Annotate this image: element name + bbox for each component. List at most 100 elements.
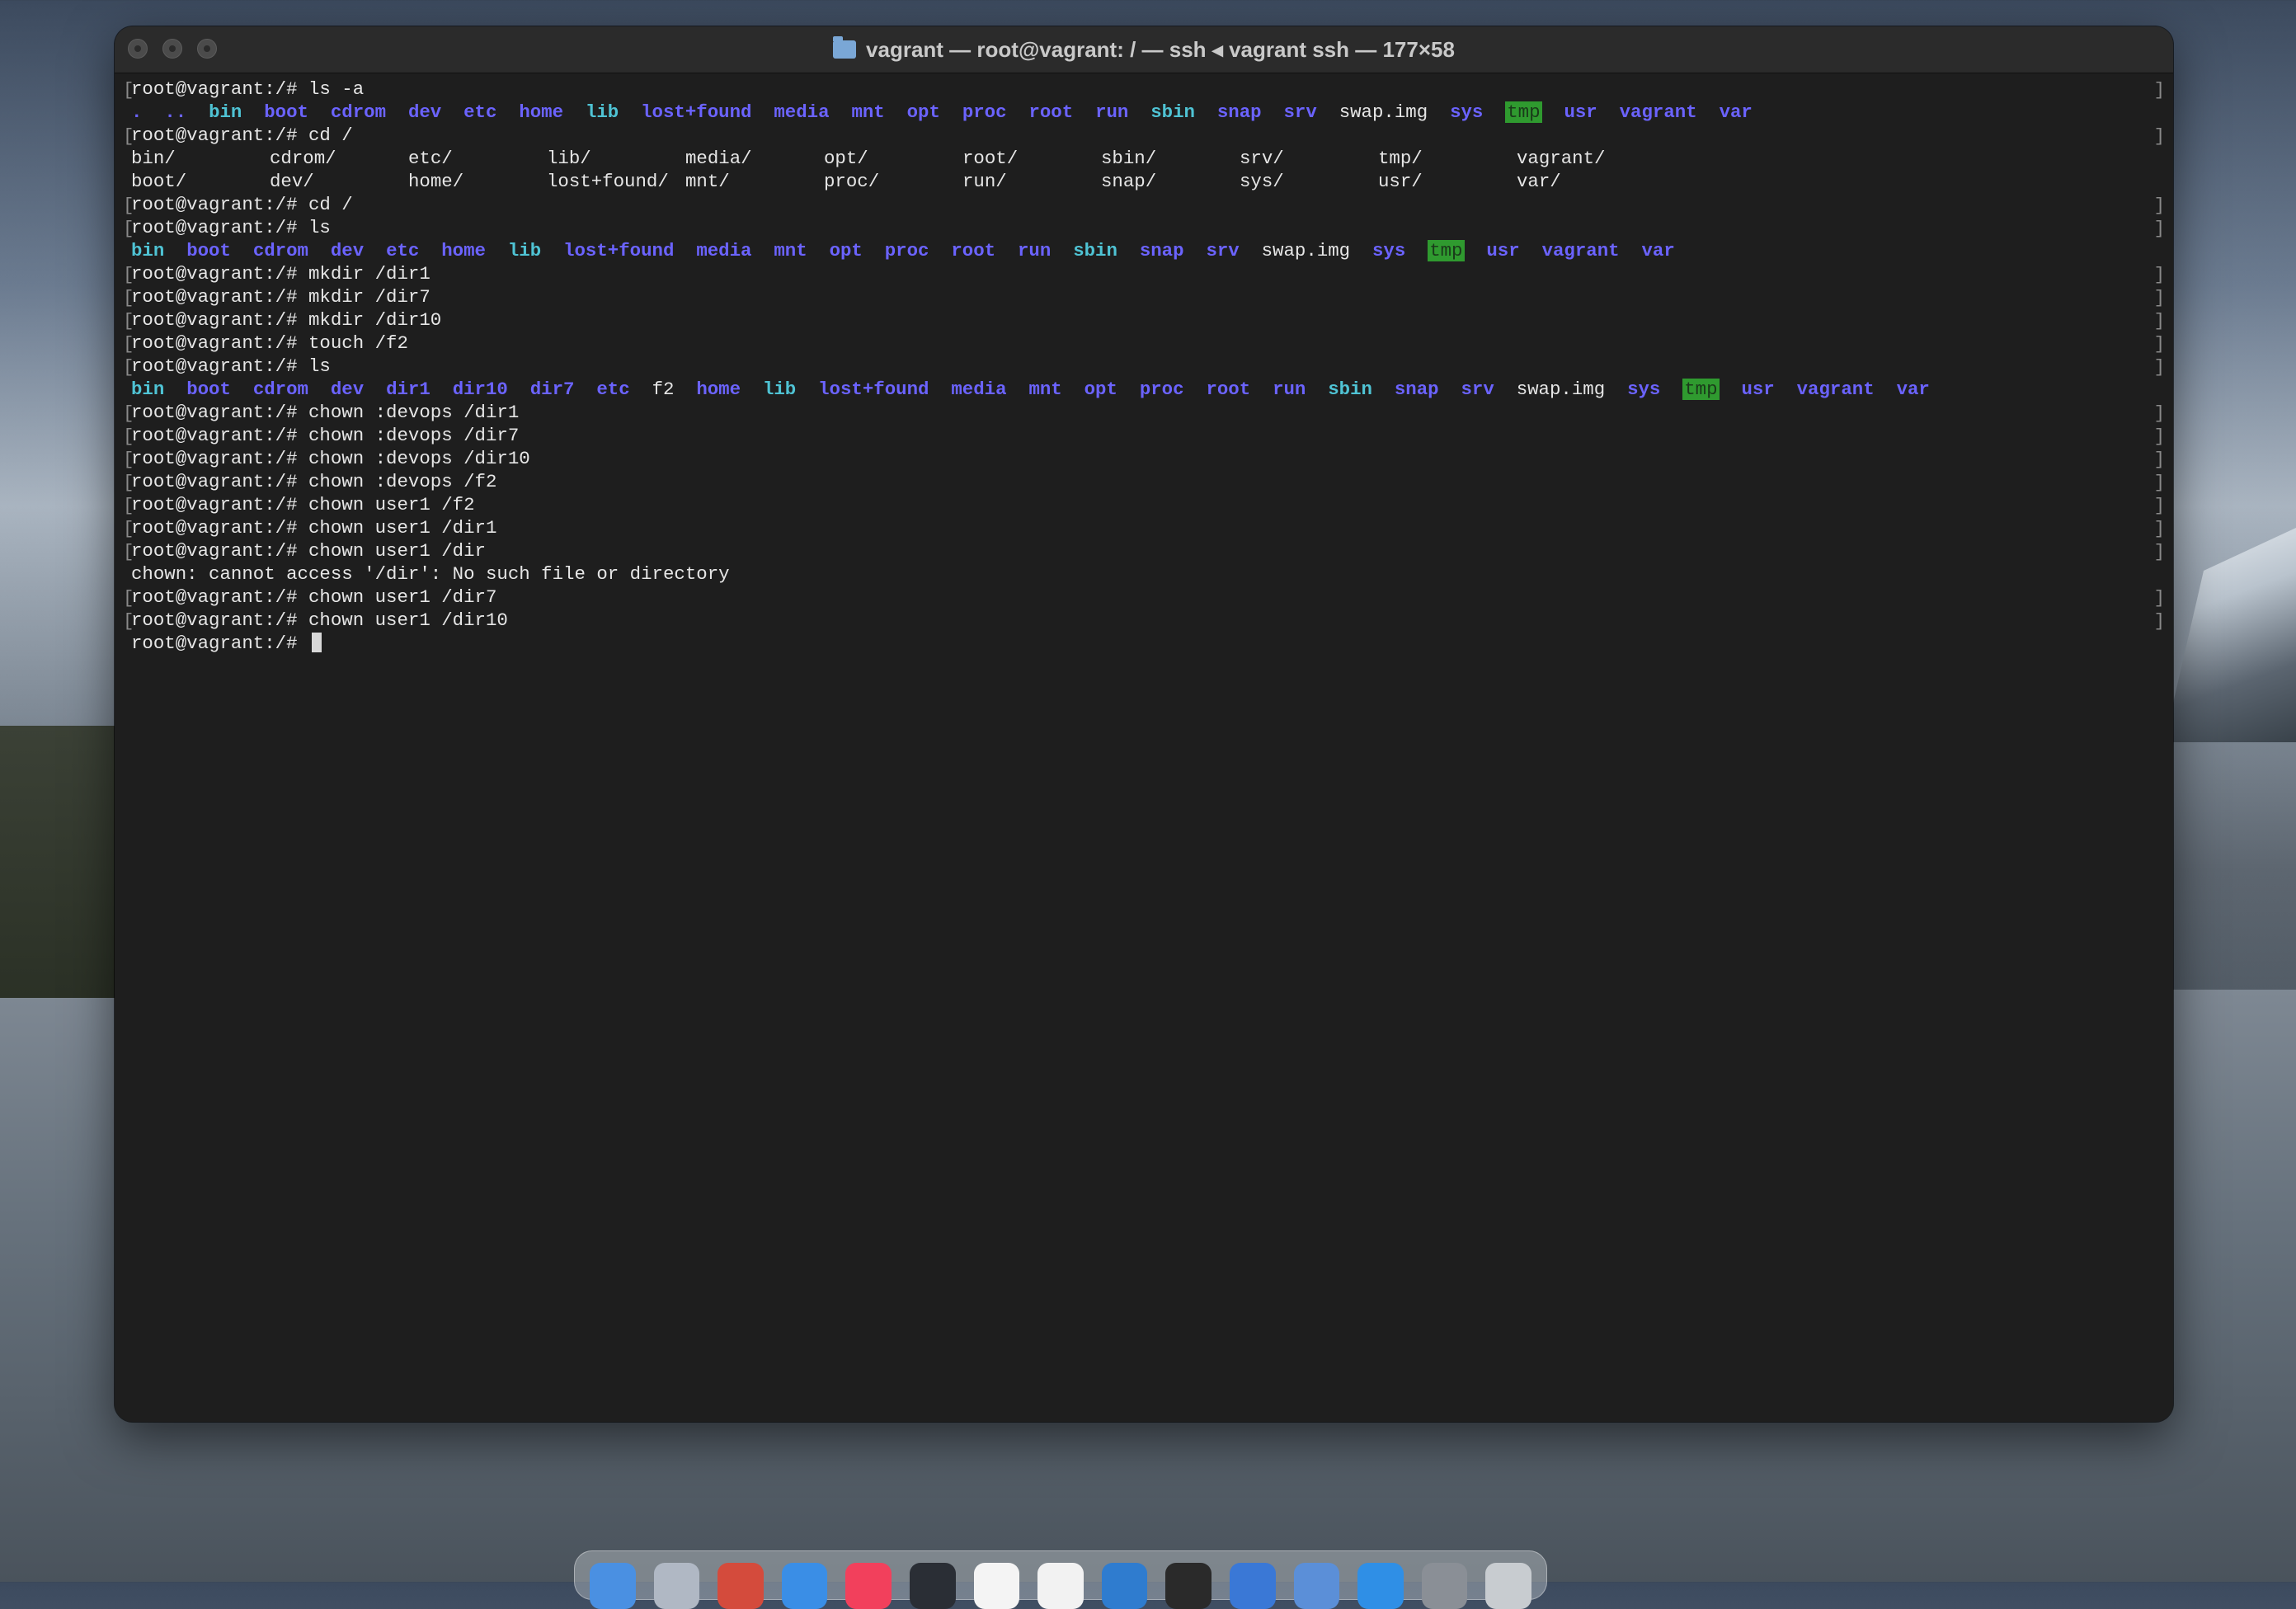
terminal-line: root@vagrant:/# chown user1 /dir[] xyxy=(123,539,2165,562)
terminal-window[interactable]: vagrant — root@vagrant: / — ssh ◂ vagran… xyxy=(115,26,2173,1422)
listing-entry: home xyxy=(696,379,741,400)
listing-column-entry: sys/ xyxy=(1240,171,1284,192)
listing-entry: usr xyxy=(1741,379,1775,400)
stocks-icon[interactable] xyxy=(909,1563,956,1609)
listing-entry: lib xyxy=(762,379,797,400)
terminal-output[interactable]: root@vagrant:/# ls -a [] . .. bin boot cdr… xyxy=(123,78,2165,1414)
listing-column-entry: usr/ xyxy=(1378,171,1423,192)
listing-entry: bin xyxy=(131,240,165,261)
window-title-text: vagrant — root@vagrant: / — ssh ◂ vagran… xyxy=(866,36,1455,62)
listing-entry: tmp xyxy=(1428,240,1465,261)
listing-column-entry: vagrant/ xyxy=(1517,148,1606,169)
listing-entry: home xyxy=(441,240,486,261)
vscode-icon[interactable] xyxy=(1101,1563,1148,1609)
listing-entry: mnt xyxy=(1028,379,1062,400)
listing-entry: sbin xyxy=(1328,379,1372,400)
zoom-window-button[interactable] xyxy=(197,39,217,59)
notes-icon[interactable] xyxy=(1037,1563,1084,1609)
listing-entry: srv xyxy=(1206,240,1240,261)
listing-entry: opt xyxy=(1084,379,1117,400)
prompt-line[interactable]: root@vagrant:/# xyxy=(123,632,2165,655)
terminal-text: root@vagrant:/# chown user1 /dir1 xyxy=(131,517,497,539)
listing-entry: vagrant xyxy=(1796,379,1875,400)
listing-column-entry: run/ xyxy=(962,171,1007,192)
line-mark: ] xyxy=(2153,449,2165,470)
finder-icon[interactable] xyxy=(590,1563,636,1609)
xcode-icon[interactable] xyxy=(1229,1563,1276,1609)
listing-entry: swap.img xyxy=(1516,379,1606,400)
listing-entry: srv xyxy=(1283,101,1317,123)
listing-entry: etc xyxy=(386,240,420,261)
listing-column-entry: boot/ xyxy=(131,171,187,192)
files-icon[interactable] xyxy=(1293,1563,1340,1609)
listing-entry: dev xyxy=(330,379,365,400)
music-icon[interactable] xyxy=(845,1563,892,1609)
line-mark: ] xyxy=(2153,402,2165,424)
listing-column-entry: srv/ xyxy=(1240,148,1284,169)
line-mark: [ xyxy=(123,195,134,216)
terminal-text: chown: cannot access '/dir': No such fil… xyxy=(131,563,730,585)
listing-entry: .. xyxy=(164,101,187,123)
minimize-window-button[interactable] xyxy=(162,39,182,59)
terminal-line: chown: cannot access '/dir': No such fil… xyxy=(123,562,2165,586)
settings-icon[interactable] xyxy=(1421,1563,1468,1609)
listing-entry: usr xyxy=(1564,101,1597,123)
chrome-icon[interactable] xyxy=(718,1563,764,1609)
terminal-line: root@vagrant:/# mkdir /dir1[] xyxy=(123,262,2165,285)
listing-entry: run xyxy=(1273,379,1306,400)
terminal-line: root@vagrant:/# touch /f2[] xyxy=(123,332,2165,355)
listing-column-entry: root/ xyxy=(962,148,1019,169)
listing-column-entry: snap/ xyxy=(1101,171,1157,192)
close-window-button[interactable] xyxy=(128,39,148,59)
listing-entry: proc xyxy=(962,101,1007,123)
listing-entry: proc xyxy=(884,240,929,261)
listing-entry: media xyxy=(774,101,830,123)
title-bar[interactable]: vagrant — root@vagrant: / — ssh ◂ vagran… xyxy=(115,26,2173,73)
listing-column-entry: mnt/ xyxy=(685,171,730,192)
line-mark: ] xyxy=(2153,333,2165,355)
terminal-line: root@vagrant:/# chown :devops /f2[] xyxy=(123,470,2165,493)
terminal-text: root@vagrant:/# ls -a xyxy=(131,78,365,100)
safari-icon[interactable] xyxy=(781,1563,828,1609)
line-mark: ] xyxy=(2153,472,2165,493)
listing-entry: vagrant xyxy=(1541,240,1620,261)
terminal-text: root@vagrant:/# chown :devops /f2 xyxy=(131,471,497,492)
line-mark: [ xyxy=(123,264,134,285)
launchpad-icon[interactable] xyxy=(653,1563,700,1609)
line-mark: ] xyxy=(2153,356,2165,378)
window-controls xyxy=(128,39,217,59)
listing-entry: cdrom xyxy=(252,379,308,400)
listing-entry: boot xyxy=(264,101,308,123)
listing-column-entry: sbin/ xyxy=(1101,148,1157,169)
terminal-text: root@vagrant:/# chown :devops /dir10 xyxy=(131,448,530,469)
terminal-line: root@vagrant:/# mkdir /dir7[] xyxy=(123,285,2165,308)
listing-column-entry: var/ xyxy=(1517,171,1561,192)
terminal-line: . .. bin boot cdrom dev etc home lib los… xyxy=(123,101,2165,124)
trash-icon[interactable] xyxy=(1485,1563,1531,1609)
listing-entry: root xyxy=(1028,101,1074,123)
listing-entry: tmp xyxy=(1682,379,1720,400)
terminal-text: root@vagrant:/# chown user1 /dir xyxy=(131,540,486,562)
textedit-icon[interactable] xyxy=(973,1563,1020,1609)
listing-column-entry: media/ xyxy=(685,148,752,169)
listing-entry: sys xyxy=(1627,379,1661,400)
terminal-icon[interactable] xyxy=(1165,1563,1212,1609)
terminal-text: root@vagrant:/# mkdir /dir1 xyxy=(131,263,430,285)
listing-entry: sys xyxy=(1372,240,1406,261)
line-mark: [ xyxy=(123,449,134,470)
line-mark: ] xyxy=(2153,587,2165,609)
line-mark: [ xyxy=(123,218,134,239)
wallpaper-mountain xyxy=(2164,528,2296,742)
listing-entry: snap xyxy=(1139,240,1184,261)
terminal-line: boot/dev/home/lost+found/mnt/proc/run/sn… xyxy=(123,170,2165,193)
listing-entry: srv xyxy=(1461,379,1494,400)
cursor xyxy=(312,633,322,652)
listing-entry: cdrom xyxy=(330,101,387,123)
listing-column-entry: etc/ xyxy=(408,148,453,169)
terminal-line: bin boot cdrom dev etc home lib lost+fou… xyxy=(123,239,2165,262)
terminal-line: bin boot cdrom dev dir1 dir10 dir7 etc f… xyxy=(123,378,2165,401)
listing-column-entry: home/ xyxy=(408,171,464,192)
listing-entry: etc xyxy=(596,379,630,400)
xcode2-icon[interactable] xyxy=(1357,1563,1404,1609)
listing-entry: sbin xyxy=(1073,240,1117,261)
